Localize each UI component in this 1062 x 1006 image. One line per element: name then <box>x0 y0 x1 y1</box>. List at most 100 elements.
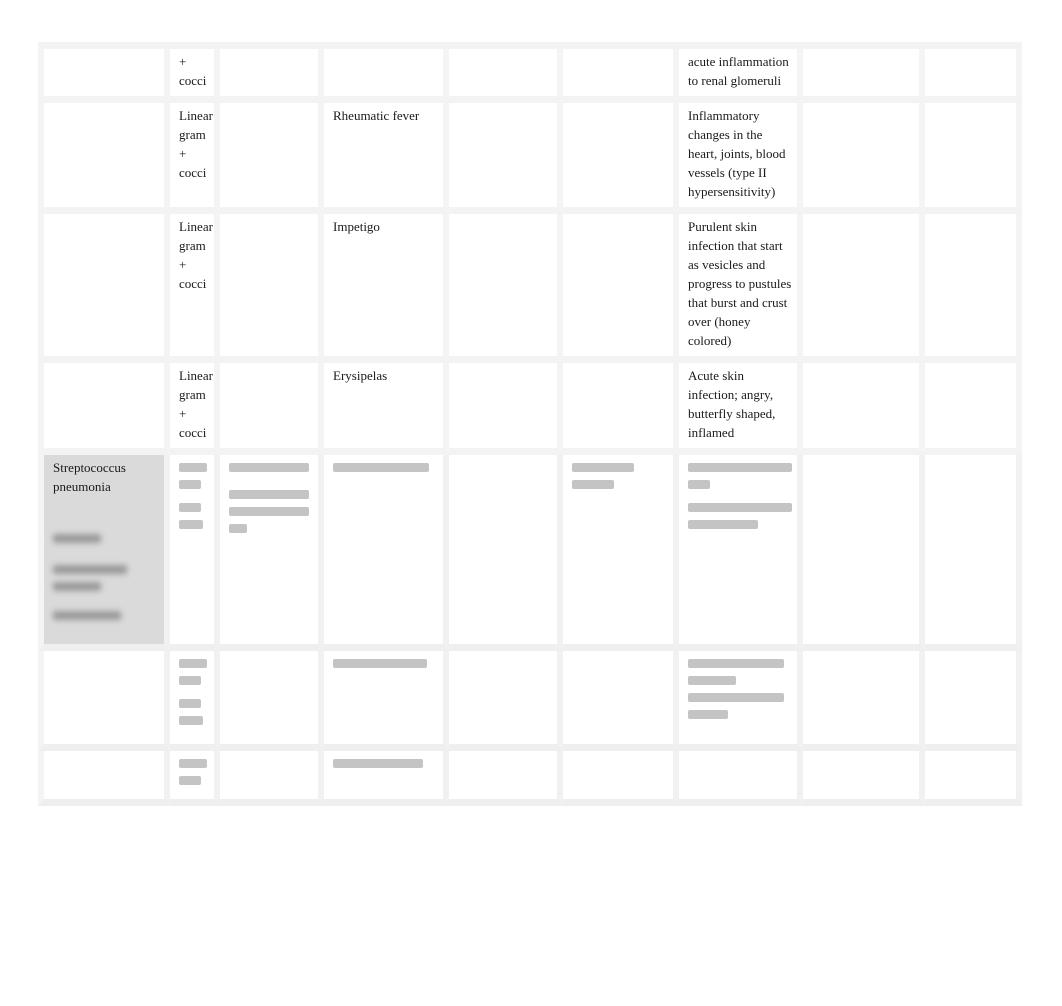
description-cell: Purulent skin infection that start as ve… <box>679 214 803 363</box>
table-row: Streptococcus pneumonia <box>38 455 1022 651</box>
empty-cell <box>563 363 679 455</box>
empty-cell <box>38 751 170 806</box>
description-line: progress to pustules <box>688 276 792 291</box>
empty-cell <box>449 455 563 651</box>
description-line: to renal glomeruli <box>688 73 782 88</box>
organism-cell <box>38 103 170 214</box>
morphology-line: + <box>179 406 187 421</box>
empty-cell <box>449 751 563 806</box>
empty-cell <box>563 214 679 363</box>
morphology-line: + <box>179 54 187 69</box>
document-table: + cocci acute inflammation to renal glom… <box>38 42 1022 806</box>
empty-cell <box>563 103 679 214</box>
description-line: colored) <box>688 333 732 348</box>
organism-name-line: pneumonia <box>53 479 111 494</box>
empty-cell <box>925 363 1022 455</box>
description-line: over (honey <box>688 314 751 329</box>
table-row <box>38 751 1022 806</box>
empty-cell <box>925 103 1022 214</box>
empty-cell <box>220 214 324 363</box>
morphology-cell: Linear gram + cocci <box>170 363 220 455</box>
blurred-cell <box>324 455 449 651</box>
description-line: butterfly shaped, <box>688 406 776 421</box>
blurred-cell <box>170 751 220 806</box>
blurred-cell <box>679 455 803 651</box>
empty-cell <box>803 651 925 751</box>
blurred-cell <box>679 651 803 751</box>
empty-cell <box>220 103 324 214</box>
empty-cell <box>220 651 324 751</box>
empty-cell <box>220 751 324 806</box>
empty-cell <box>449 651 563 751</box>
organism-name-line: Streptococcus <box>53 460 126 475</box>
empty-cell <box>449 42 563 103</box>
organism-cell <box>38 363 170 455</box>
morphology-line: + <box>179 146 187 161</box>
description-line: inflamed <box>688 425 735 440</box>
description-line: infection; angry, <box>688 387 774 402</box>
empty-cell <box>563 651 679 751</box>
description-line: hypersensitivity) <box>688 184 776 199</box>
morphology-cell: Linear gram + cocci <box>170 103 220 214</box>
disease-cell <box>324 42 449 103</box>
empty-cell <box>563 751 679 806</box>
empty-cell <box>449 363 563 455</box>
empty-cell <box>803 103 925 214</box>
table-row: + cocci acute inflammation to renal glom… <box>38 42 1022 103</box>
empty-cell <box>679 751 803 806</box>
empty-cell <box>563 42 679 103</box>
empty-cell <box>803 42 925 103</box>
organism-cell <box>38 42 170 103</box>
morphology-line: + <box>179 257 187 272</box>
empty-cell <box>925 42 1022 103</box>
empty-cell <box>220 363 324 455</box>
morphology-cell: + cocci <box>170 42 220 103</box>
morphology-line: Linear <box>179 368 213 383</box>
morphology-line: Linear <box>179 108 213 123</box>
blurred-cell <box>324 651 449 751</box>
description-cell: Acute skin infection; angry, butterfly s… <box>679 363 803 455</box>
organism-cell: Streptococcus pneumonia <box>38 455 170 651</box>
description-line: Inflammatory <box>688 108 760 123</box>
description-line: vessels (type II <box>688 165 767 180</box>
empty-cell <box>803 455 925 651</box>
disease-cell: Erysipelas <box>324 363 449 455</box>
description-line: as vesicles and <box>688 257 766 272</box>
disease-cell: Rheumatic fever <box>324 103 449 214</box>
morphology-cell: Linear gram + cocci <box>170 214 220 363</box>
description-cell: acute inflammation to renal glomeruli <box>679 42 803 103</box>
description-line: changes in the <box>688 127 763 142</box>
blurred-cell <box>170 651 220 751</box>
empty-cell <box>38 651 170 751</box>
empty-cell <box>803 214 925 363</box>
empty-cell <box>925 214 1022 363</box>
blurred-cell <box>324 751 449 806</box>
empty-cell <box>220 42 324 103</box>
description-line: heart, joints, blood <box>688 146 786 161</box>
description-line: that burst and crust <box>688 295 788 310</box>
morphology-line: cocci <box>179 276 207 291</box>
empty-cell <box>803 363 925 455</box>
empty-cell <box>803 751 925 806</box>
morphology-line: Linear <box>179 219 213 234</box>
organism-cell <box>38 214 170 363</box>
description-cell: Inflammatory changes in the heart, joint… <box>679 103 803 214</box>
table-row: Linear gram + cocci Impetigo Purulent sk… <box>38 214 1022 363</box>
morphology-line: cocci <box>179 425 207 440</box>
morphology-line: gram <box>179 238 206 253</box>
morphology-line: gram <box>179 387 206 402</box>
blurred-text-block <box>53 534 158 620</box>
blurred-cell <box>220 455 324 651</box>
morphology-line: cocci <box>179 73 207 88</box>
description-line: Purulent skin <box>688 219 757 234</box>
table-row <box>38 651 1022 751</box>
blurred-cell <box>563 455 679 651</box>
table-row: Linear gram + cocci Rheumatic fever Infl… <box>38 103 1022 214</box>
disease-cell: Impetigo <box>324 214 449 363</box>
table-row: Linear gram + cocci Erysipelas Acute ski… <box>38 363 1022 455</box>
description-line: acute inflammation <box>688 54 789 69</box>
description-line: Acute skin <box>688 368 744 383</box>
empty-cell <box>925 651 1022 751</box>
empty-cell <box>925 455 1022 651</box>
morphology-line: gram <box>179 127 206 142</box>
